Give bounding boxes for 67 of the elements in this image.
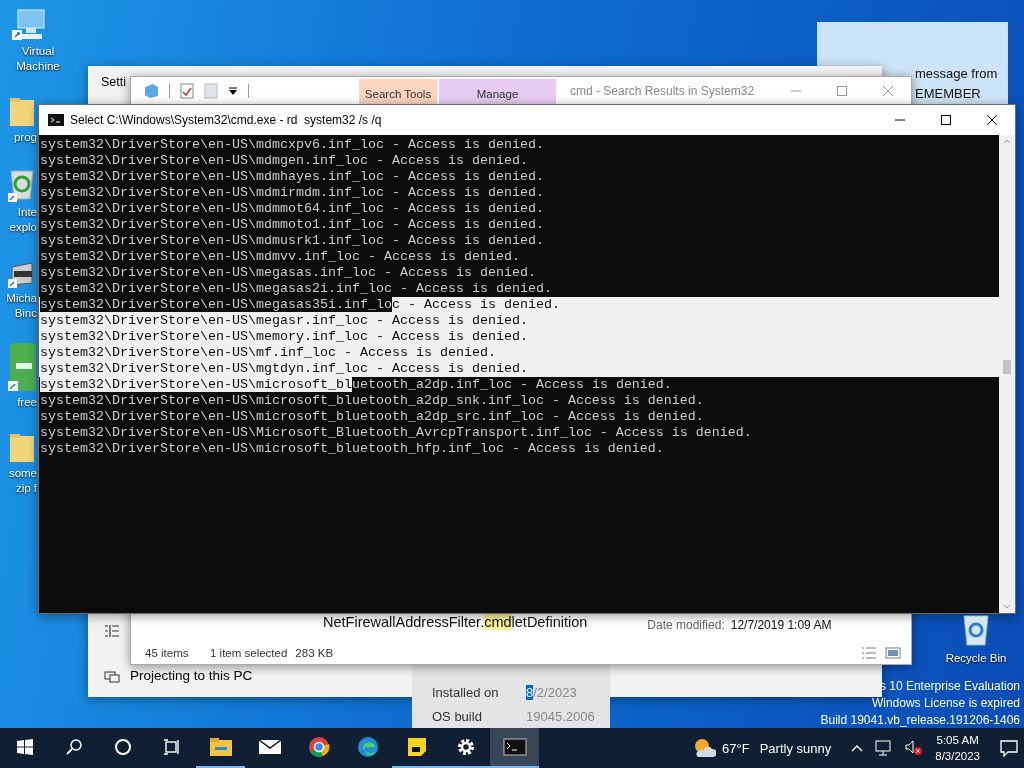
close-icon <box>986 114 998 126</box>
clock-date[interactable]: 8/3/2023 <box>935 748 980 764</box>
icon-label: prog <box>12 130 37 145</box>
ribbon-tab[interactable]: Search Tools <box>359 79 437 104</box>
info-value: 19045.2006 <box>526 708 595 724</box>
close-icon <box>882 84 894 97</box>
settings-icon <box>455 737 476 757</box>
checklist-icon[interactable] <box>180 82 194 99</box>
folder-icon[interactable] <box>8 96 36 128</box>
list-icon <box>104 624 120 638</box>
temperature: 67°F <box>722 740 750 756</box>
notification-text: message from <box>915 65 999 83</box>
sun-cloud-icon[interactable] <box>692 737 717 759</box>
thumbnail-view-icon[interactable] <box>885 647 901 659</box>
circle-icon <box>113 738 132 756</box>
notification-icon[interactable] <box>1000 739 1018 757</box>
icon-label: Micha Binc <box>5 291 37 321</box>
notification-text: EMEMBER <box>915 85 982 103</box>
nav-item[interactable]: Projecting to this PC <box>130 668 253 683</box>
maximize-icon <box>940 114 952 126</box>
terminal-line: system32\DriverStore\en-US\megasas35i.inf_loc - Access is denied. <box>40 297 560 312</box>
ribbon-tab[interactable]: Manage <box>439 79 556 104</box>
browser-icon <box>356 736 379 758</box>
monitor-icon[interactable] <box>12 8 46 42</box>
license-notice: Windows License is expired <box>871 695 1020 712</box>
scrollbar[interactable] <box>999 135 1015 613</box>
start-icon <box>15 738 34 756</box>
icon-label: free <box>16 395 37 410</box>
envelope-icon <box>257 738 282 756</box>
scroll-thumb[interactable] <box>1003 360 1011 374</box>
selection-size: 283 KB <box>295 647 334 659</box>
file-name[interactable]: NetFirewallAddressFilter.cmdletDefinition <box>323 614 588 630</box>
icon-label: Inte explo <box>8 205 37 235</box>
browser-icon <box>307 736 330 758</box>
muted-speaker-icon[interactable] <box>905 740 924 756</box>
date-label: Date modified: <box>647 618 725 632</box>
window-title: Setti <box>101 75 126 89</box>
recycle-bin-icon[interactable] <box>961 612 991 646</box>
folder-icon[interactable] <box>8 432 36 464</box>
maximize-icon <box>836 84 848 97</box>
dropdown-icon[interactable] <box>228 85 238 96</box>
icon-label: Virtual Machine <box>15 44 61 74</box>
app-icon[interactable] <box>8 343 36 393</box>
item-count: 45 items <box>145 647 190 659</box>
network-icon[interactable] <box>875 740 894 756</box>
license-notice: Build 19041.vb_release.191206-1406 <box>820 712 1020 729</box>
selection-count: 1 item selected <box>210 647 288 659</box>
sticky-note-icon <box>406 737 427 757</box>
terminal-icon <box>48 114 64 126</box>
window-title: cmd - Search Results in System32 <box>570 83 755 98</box>
recycle-icon[interactable] <box>8 167 36 203</box>
clock-time[interactable]: 5:05 AM <box>936 732 979 748</box>
window-title: Select C:\Windows\System32\cmd.exe - rd system32 /s /q <box>70 113 383 127</box>
date-value: 12/7/2019 1:09 AM <box>730 618 832 632</box>
icon-label: some zip f <box>7 466 37 496</box>
weather-condition: Partly sunny <box>759 740 832 756</box>
projector-icon <box>104 668 120 683</box>
folder-icon <box>208 737 233 757</box>
task-view-icon <box>162 738 181 756</box>
cube-icon[interactable] <box>143 82 159 99</box>
search-icon <box>64 738 83 756</box>
terminal-icon <box>502 738 527 756</box>
taskbar-button[interactable] <box>490 728 539 768</box>
chevron-up-icon[interactable] <box>851 744 864 752</box>
info-label: Installed on <box>431 684 500 700</box>
icon-label: Recycle Bin <box>945 652 1007 664</box>
info-label: OS build <box>431 708 483 724</box>
